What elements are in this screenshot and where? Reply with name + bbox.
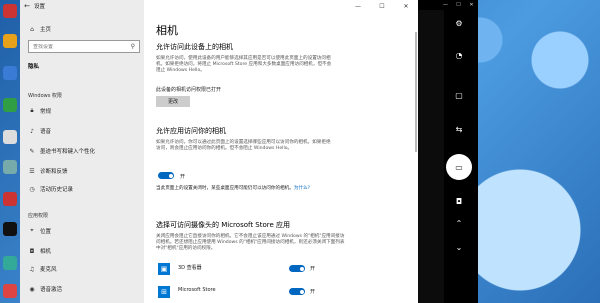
lock-icon: 🔒︎ [30,107,34,114]
sidebar-item-activity-history[interactable]: ◷ 活动历史记录 [20,182,144,196]
sidebar-item-label: 麦克风 [40,267,57,273]
home-icon: ⌂ [30,25,34,33]
location-icon: ⌖ [30,227,34,234]
sidebar-item-voice-activation[interactable]: ◉ 语音激活 [20,282,144,296]
video-icon: ▭ [455,162,463,172]
settings-window: ⌂ 主页 ⚲ 隐私 Windows 权限 🔒︎ 常规 ♪ 语音 ✎ 墨迹书写和键… [20,0,418,303]
note-text: 当此页面上的设置关闭时，某些桌面应用可能仍可以访问你的相机。为什么? [156,186,356,192]
desktop-icon[interactable] [3,284,17,298]
app-name: Microsoft Store [178,287,216,293]
desktop-icon[interactable] [3,192,17,206]
section-description: 如果允许访问，使用此设备的用户能够选择其应用是否可以使用此页面上的设置访问相机。… [156,56,332,74]
desktop-icon[interactable] [3,4,17,18]
toggle-label: 开 [310,266,316,272]
section-description: 如果允许访问，你可以通过此页面上的设置选择哪些应用可以访问你的相机。如果拒绝访问… [156,140,331,152]
sidebar-item-label: 位置 [40,229,52,235]
search-input[interactable] [33,43,123,50]
photo-mode-icon[interactable]: ▢ [448,84,470,106]
sidebar-item-label: 墨迹书写和键入个性化 [40,149,96,155]
sidebar-item-label: 活动历史记录 [40,187,74,193]
chevron-down-icon[interactable]: ⌄ [448,236,470,258]
feedback-icon: ☰ [29,167,35,175]
settings-gear-icon[interactable]: ⚙ [448,12,470,34]
camera-window-controls: — ☐ ✕ [439,0,478,10]
sidebar-section-title: 隐私 [28,64,40,70]
desktop-icons [0,0,22,303]
speech-icon: ♪ [30,127,34,135]
desktop-icon[interactable] [3,130,17,144]
scrollbar-thumb[interactable] [415,32,417,152]
camera-preview [418,10,444,303]
timer-icon[interactable]: ◔ [448,44,470,66]
app-toggle[interactable] [289,288,305,295]
maximize-button[interactable]: ☐ [452,0,465,10]
camera-status-text: 此设备的相机访问权限已打开 [156,87,222,93]
note-body: 当此页面上的设置关闭时，某些桌面应用可能仍可以访问你的相机。 [156,186,294,191]
camera-icon[interactable]: ◘ [448,190,470,212]
desktop-icon[interactable] [3,222,17,236]
page-title: 相机 [156,24,178,37]
store-icon: ⊞ [158,286,170,298]
app-access-toggle[interactable] [158,172,174,179]
sidebar-item-diagnostics[interactable]: ☰ 诊断和反馈 [20,164,144,178]
voice-activation-icon: ◉ [29,285,35,293]
why-link[interactable]: 为什么? [294,186,310,191]
sidebar-item-camera[interactable]: ◘ 相机 [20,244,144,258]
desktop-icon[interactable] [3,160,17,174]
search-box[interactable]: ⚲ [28,40,140,53]
sidebar-home-label: 主页 [40,27,52,33]
camera-icon: ◘ [29,247,35,255]
sidebar-item-inking[interactable]: ✎ 墨迹书写和键入个性化 [20,144,144,158]
chevron-up-icon[interactable]: ⌃ [448,212,470,234]
main-content: 相机 允许访问此设备上的相机 如果允许访问，使用此设备的用户能够选择其应用是否可… [144,0,418,303]
section-heading: 允许访问此设备上的相机 [156,43,233,51]
sidebar-item-label: 语音 [40,129,52,135]
sidebar-item-location[interactable]: ⌖ 位置 [20,224,144,238]
change-button[interactable]: 更改 [156,96,190,107]
sidebar-app-group-label: 应用权限 [28,213,49,219]
desktop-icon[interactable] [3,98,17,112]
sidebar-group-label: Windows 权限 [28,93,62,99]
app-name: 3D 查看器 [178,265,202,271]
microphone-icon: ♫ [29,265,35,273]
sidebar-item-microphone[interactable]: ♫ 麦克风 [20,262,144,276]
history-icon: ◷ [29,185,35,193]
sidebar: ⌂ 主页 ⚲ 隐私 Windows 权限 🔒︎ 常规 ♪ 语音 ✎ 墨迹书写和键… [20,0,144,303]
section-heading: 允许应用访问你的相机 [156,127,226,135]
sidebar-item-label: 诊断和反馈 [40,169,68,175]
camera-app-window: — ☐ ✕ ⚙ ◔ ▢ ⇆ ▭ ◘ ⌃ ⌄ [418,0,478,303]
section-heading: 选择可访问摄像头的 Microsoft Store 应用 [156,221,291,229]
close-button[interactable]: ✕ [465,0,478,10]
sidebar-home[interactable]: ⌂ 主页 [20,22,144,36]
desktop-icon[interactable] [3,34,17,48]
minimize-button[interactable]: — [439,0,452,10]
sidebar-item-general[interactable]: 🔒︎ 常规 [20,104,144,118]
toggle-label: 开 [310,289,316,295]
sidebar-item-label: 常规 [40,109,52,115]
back-arrow-icon[interactable]: ← [22,2,32,10]
sidebar-item-label: 语音激活 [40,287,63,293]
app-toggle[interactable] [289,265,305,272]
desktop-icon[interactable] [3,66,17,80]
window-title: 设置 [34,4,46,10]
toggle-label: 开 [180,174,186,180]
video-record-button[interactable]: ▭ [446,154,472,180]
sidebar-item-label: 相机 [40,249,52,255]
sidebar-item-speech[interactable]: ♪ 语音 [20,124,144,138]
switch-camera-icon[interactable]: ⇆ [448,118,470,140]
pen-icon: ✎ [29,147,35,155]
search-icon: ⚲ [130,43,135,50]
section-description: 关闭应用会阻止它直接访问你的相机。它不会阻止该应用通过 Windows 的"相机… [156,234,345,252]
desktop-icon[interactable] [3,256,17,270]
cube-icon: ▣ [158,263,170,275]
